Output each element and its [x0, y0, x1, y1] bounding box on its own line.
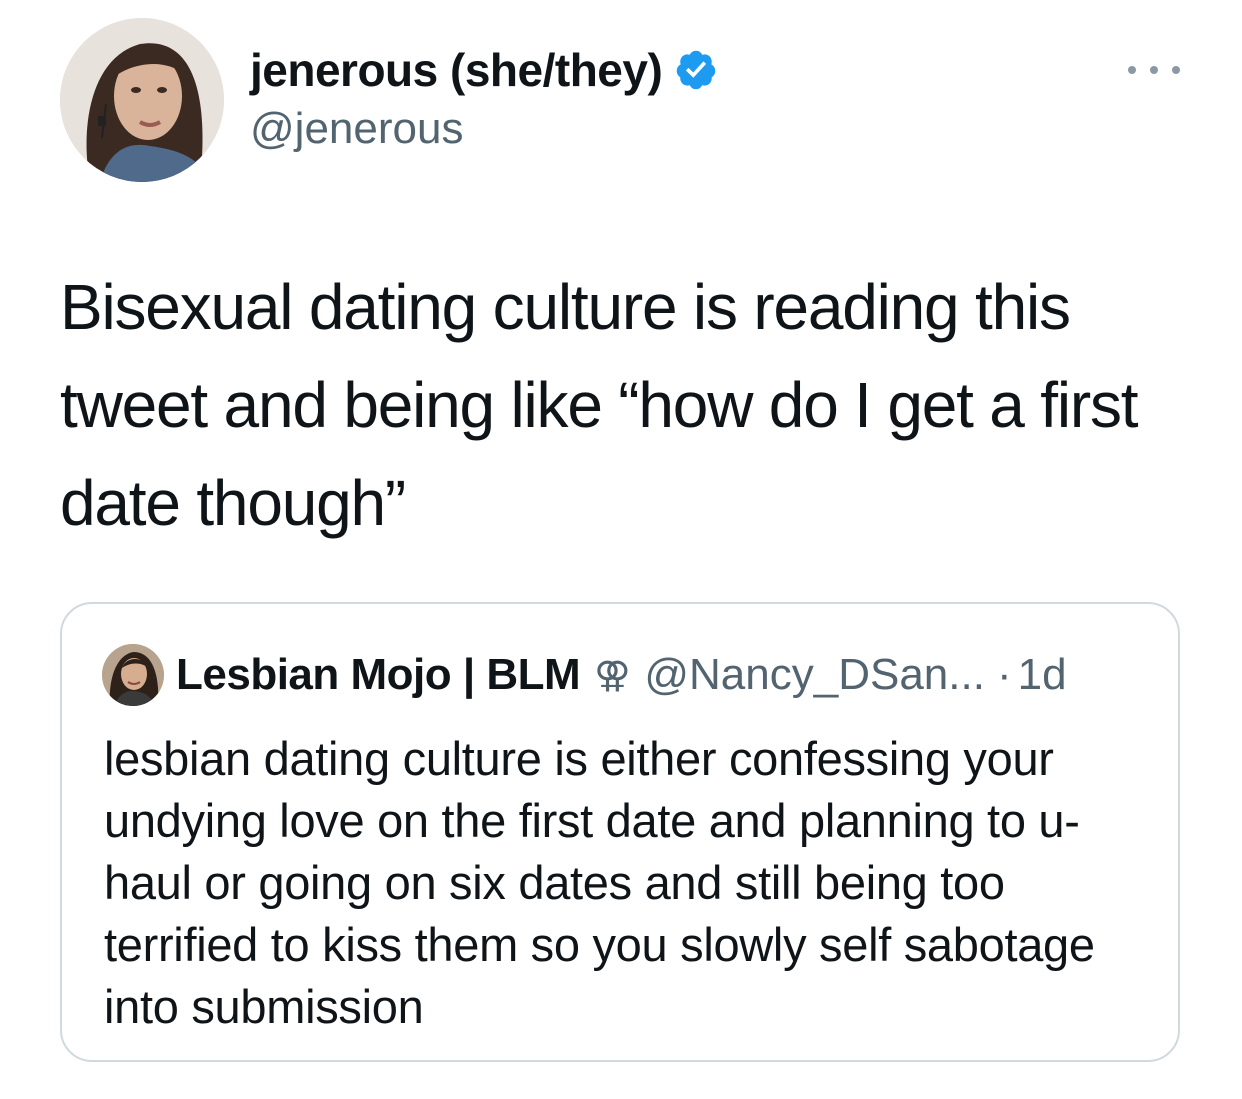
tweet-text: Bisexual dating culture is reading this … [60, 271, 1139, 539]
more-dot [1172, 66, 1180, 74]
quoted-tweet-text: lesbian dating culture is either confess… [104, 732, 1095, 1033]
quoted-author-handle[interactable]: @Nancy_DSan... [644, 650, 985, 700]
quoted-tweet-timestamp[interactable]: 1d [1018, 650, 1067, 700]
author-handle[interactable]: @jenerous [250, 104, 463, 154]
tweet: jenerous (she/they) @jenerous Bisexual d… [0, 0, 1242, 1099]
quoted-author-avatar[interactable] [102, 644, 164, 706]
quoted-author-name[interactable]: Lesbian Mojo | BLM [176, 650, 581, 700]
more-dot [1150, 66, 1158, 74]
header-separator: · [996, 650, 1012, 699]
author-display-name[interactable]: jenerous (she/they) [250, 43, 663, 97]
quoted-tweet-card[interactable]: Lesbian Mojo | BLM ⚢ @Nancy_DSan... · 1d… [60, 602, 1180, 1062]
author-avatar[interactable] [60, 18, 224, 182]
quoted-tweet-header: Lesbian Mojo | BLM ⚢ @Nancy_DSan... · 1d [176, 644, 1067, 706]
more-options-icon[interactable] [1128, 60, 1180, 80]
verified-badge-icon [674, 48, 718, 92]
more-dot [1128, 66, 1136, 74]
author-name-row: jenerous (she/they) [250, 40, 718, 100]
lesbian-symbol-icon: ⚢ [594, 654, 631, 695]
